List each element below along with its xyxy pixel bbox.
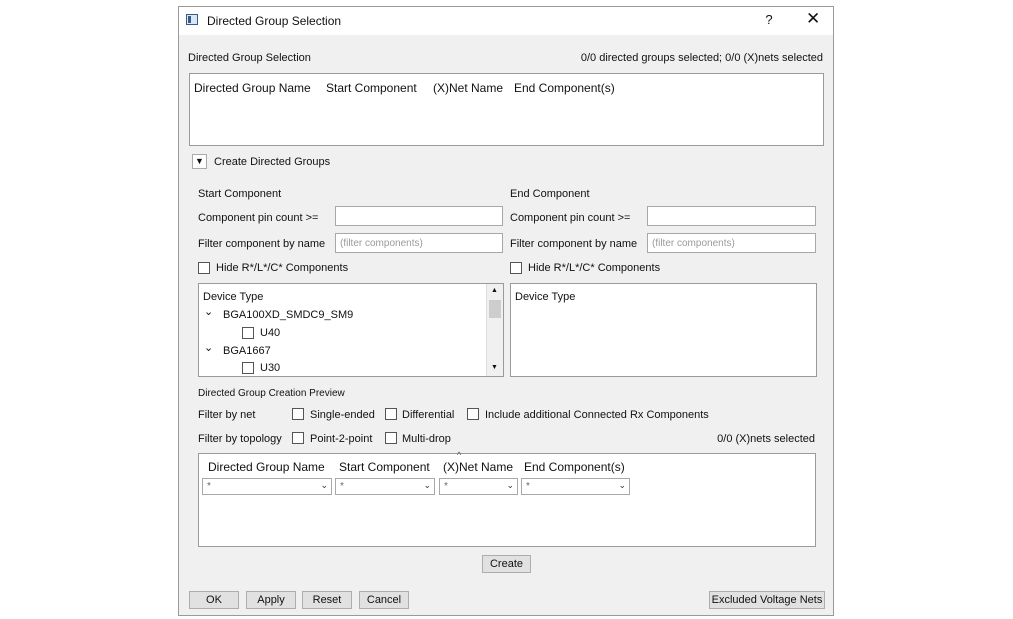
combo-value: * <box>207 481 211 492</box>
point-to-point-checkbox[interactable] <box>292 432 304 444</box>
end-pin-count-input[interactable] <box>647 206 816 226</box>
preview-column-end-components[interactable]: End Component(s) <box>524 460 625 474</box>
single-ended-label: Single-ended <box>310 409 375 421</box>
start-hide-rlc-checkbox[interactable] <box>198 262 210 274</box>
title-bar: Directed Group Selection ? ✕ <box>179 7 833 35</box>
tree-child-checkbox[interactable] <box>242 327 254 339</box>
create-button[interactable]: Create <box>482 555 531 573</box>
start-pin-count-label: Component pin count >= <box>198 212 319 224</box>
multi-drop-checkbox[interactable] <box>385 432 397 444</box>
app-window-icon <box>186 14 198 25</box>
chevron-down-icon: ⌄ <box>423 480 431 490</box>
single-ended-checkbox[interactable] <box>292 408 304 420</box>
selection-section-label: Directed Group Selection <box>188 52 311 64</box>
filter-by-net-label: Filter by net <box>198 409 256 421</box>
apply-button[interactable]: Apply <box>246 591 296 609</box>
end-component-heading: End Component <box>510 188 590 200</box>
filter-by-topology-label: Filter by topology <box>198 433 282 445</box>
scroll-down-icon[interactable]: ▼ <box>491 364 498 371</box>
ok-button[interactable]: OK <box>189 591 239 609</box>
close-icon[interactable]: ✕ <box>806 9 820 29</box>
end-filter-placeholder: (filter components) <box>652 238 735 249</box>
chevron-down-icon: ⌄ <box>506 480 514 490</box>
net-name-filter-combo[interactable]: * ⌄ <box>439 478 518 495</box>
window-title: Directed Group Selection <box>207 14 342 28</box>
tree-child-label[interactable]: U30 <box>260 362 280 374</box>
start-hide-rlc-label: Hide R*/L*/C* Components <box>216 262 349 274</box>
preview-column-net-name[interactable]: (X)Net Name <box>443 460 513 474</box>
expand-chevron-icon[interactable]: ⌄ <box>204 341 213 354</box>
end-pin-count-label: Component pin count >= <box>510 212 631 224</box>
tree-node-device[interactable]: BGA100XD_SMDC9_SM9 <box>223 309 353 321</box>
multi-drop-label: Multi-drop <box>402 433 451 445</box>
include-rx-label: Include additional Connected Rx Componen… <box>485 409 709 421</box>
tree-node-device[interactable]: BGA1667 <box>223 345 271 357</box>
preview-column-start-component[interactable]: Start Component <box>339 460 430 474</box>
column-header-end-components[interactable]: End Component(s) <box>514 81 615 95</box>
differential-checkbox[interactable] <box>385 408 397 420</box>
combo-value: * <box>444 481 448 492</box>
end-device-type-header: Device Type <box>515 291 576 303</box>
end-hide-rlc-checkbox[interactable] <box>510 262 522 274</box>
column-header-start-component[interactable]: Start Component <box>326 81 417 95</box>
tree-child-label[interactable]: U40 <box>260 327 280 339</box>
preview-column-group-name[interactable]: Directed Group Name <box>208 460 325 474</box>
preview-heading: Directed Group Creation Preview <box>198 388 345 399</box>
start-device-type-tree[interactable]: Device Type ⌄ BGA100XD_SMDC9_SM9 U40 ⌄ B… <box>198 283 504 377</box>
chevron-down-icon: ⌄ <box>320 480 328 490</box>
tree-scrollbar[interactable]: ▲ ▼ <box>486 284 503 376</box>
differential-label: Differential <box>402 409 455 421</box>
scroll-up-icon[interactable]: ▲ <box>491 287 498 294</box>
expand-chevron-icon[interactable]: ⌄ <box>204 305 213 318</box>
start-component-heading: Start Component <box>198 188 282 200</box>
scroll-thumb[interactable] <box>489 300 501 318</box>
excluded-voltage-nets-button[interactable]: Excluded Voltage Nets <box>709 591 825 609</box>
end-hide-rlc-label: Hide R*/L*/C* Components <box>528 262 661 274</box>
reset-button[interactable]: Reset <box>302 591 352 609</box>
point-to-point-label: Point-2-point <box>310 433 373 445</box>
start-component-filter-combo[interactable]: * ⌄ <box>335 478 435 495</box>
end-device-type-tree[interactable]: Device Type <box>510 283 817 377</box>
combo-value: * <box>340 481 344 492</box>
group-name-filter-combo[interactable]: * ⌄ <box>202 478 332 495</box>
selected-groups-table[interactable]: Directed Group Name Start Component (X)N… <box>189 73 824 146</box>
end-component-filter-combo[interactable]: * ⌄ <box>521 478 630 495</box>
column-header-group-name[interactable]: Directed Group Name <box>194 81 311 95</box>
combo-value: * <box>526 481 530 492</box>
column-header-net-name[interactable]: (X)Net Name <box>433 81 503 95</box>
preview-status: 0/0 (X)nets selected <box>717 433 815 445</box>
end-filter-label: Filter component by name <box>510 238 638 250</box>
help-button[interactable]: ? <box>762 12 776 27</box>
tree-child-checkbox[interactable] <box>242 362 254 374</box>
collapse-toggle-icon[interactable]: ▼ <box>192 154 207 169</box>
start-filter-input[interactable]: (filter components) <box>335 233 503 253</box>
start-filter-label: Filter component by name <box>198 238 326 250</box>
dialog-window: Directed Group Selection ? ✕ Directed Gr… <box>178 6 834 616</box>
start-pin-count-input[interactable] <box>335 206 503 226</box>
selection-status: 0/0 directed groups selected; 0/0 (X)net… <box>580 52 823 64</box>
include-rx-checkbox[interactable] <box>467 408 479 420</box>
start-device-type-header: Device Type <box>203 291 264 303</box>
create-groups-label: Create Directed Groups <box>214 156 331 168</box>
cancel-button[interactable]: Cancel <box>359 591 409 609</box>
sort-indicator-icon: ^ <box>457 450 462 460</box>
start-filter-placeholder: (filter components) <box>340 238 423 249</box>
chevron-down-icon: ⌄ <box>618 480 626 490</box>
preview-table[interactable]: ^ Directed Group Name Start Component (X… <box>198 450 816 547</box>
end-filter-input[interactable]: (filter components) <box>647 233 816 253</box>
